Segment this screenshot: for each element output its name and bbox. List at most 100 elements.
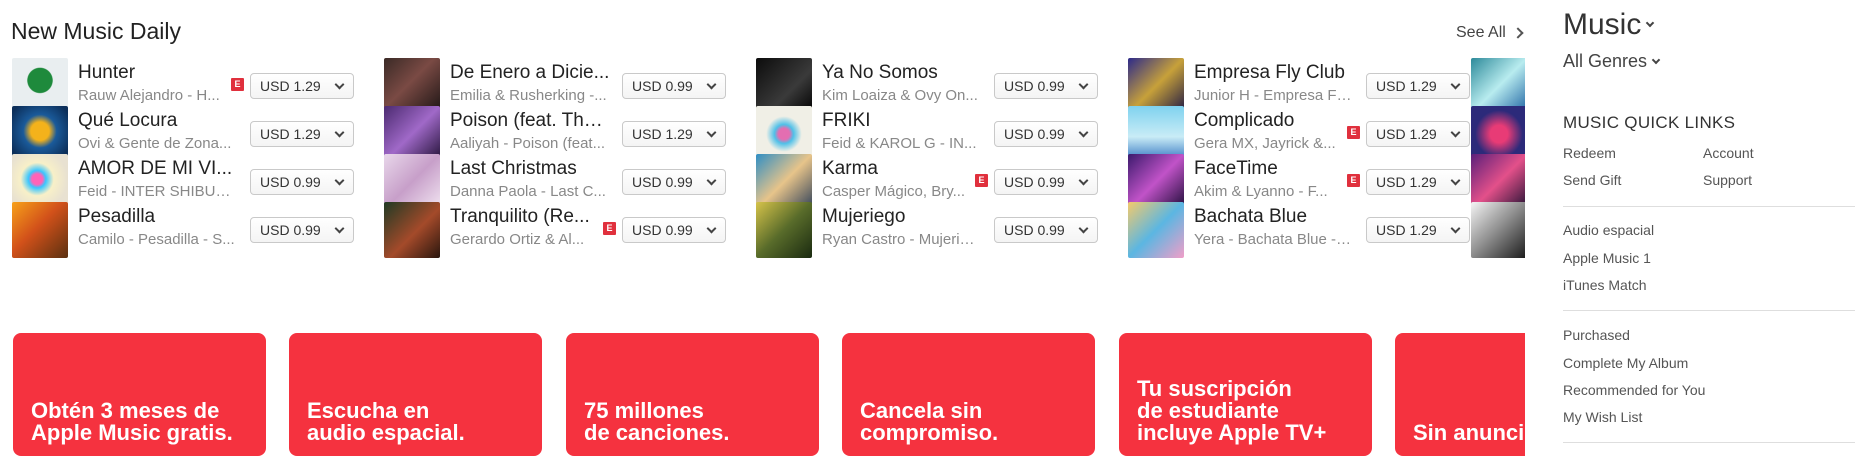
- song-artist[interactable]: Emilia & Rusherking -...: [450, 87, 608, 104]
- genres-dropdown[interactable]: All Genres: [1563, 51, 1661, 72]
- promo-banner[interactable]: Sin anuncios: [1395, 333, 1525, 456]
- song-artist[interactable]: Feid - INTER SHIBUY...: [78, 183, 236, 200]
- song-title[interactable]: Empresa Fly Club: [1194, 62, 1354, 84]
- recommended-link[interactable]: Recommended for You: [1563, 382, 1705, 398]
- account-link[interactable]: Account: [1703, 145, 1754, 161]
- price-label: USD 1.29: [1376, 126, 1437, 142]
- song-title[interactable]: Bachata Blue: [1194, 206, 1354, 228]
- song-title[interactable]: Qué Locura: [78, 110, 238, 132]
- song-row[interactable]: Mujeriego Ryan Castro - Mujerie... USD 0…: [756, 200, 1106, 258]
- price-button[interactable]: USD 0.99: [994, 121, 1098, 147]
- price-button[interactable]: USD 1.29: [1366, 121, 1470, 147]
- song-title[interactable]: Pesadilla: [78, 206, 238, 228]
- chevron-down-icon[interactable]: [1078, 175, 1089, 186]
- chevron-down-icon[interactable]: [706, 223, 717, 234]
- price-button[interactable]: USD 0.99: [250, 169, 354, 195]
- album-art[interactable]: [1471, 202, 1525, 258]
- complete-my-album-link[interactable]: Complete My Album: [1563, 355, 1688, 371]
- song-artist[interactable]: Casper Mágico, Bry...: [822, 183, 980, 200]
- promo-banner[interactable]: Tu suscripción de estudiante incluye App…: [1119, 333, 1372, 456]
- promo-banner[interactable]: Escucha en audio espacial.: [289, 333, 542, 456]
- section-title: New Music Daily: [11, 18, 181, 44]
- purchased-link[interactable]: Purchased: [1563, 327, 1630, 343]
- song-title[interactable]: Complicado: [1194, 110, 1354, 132]
- chevron-down-icon[interactable]: [706, 175, 717, 186]
- music-dropdown[interactable]: Music: [1563, 8, 1655, 42]
- chevron-down-icon[interactable]: [1078, 79, 1089, 90]
- chevron-down-icon[interactable]: [1450, 127, 1461, 138]
- album-art[interactable]: [756, 202, 812, 258]
- price-button[interactable]: USD 0.99: [994, 217, 1098, 243]
- song-title[interactable]: Tranquilito (Re...: [450, 206, 610, 228]
- price-button[interactable]: USD 1.29: [250, 73, 354, 99]
- song-title[interactable]: Ya No Somos: [822, 62, 982, 84]
- price-button[interactable]: USD 0.99: [622, 73, 726, 99]
- promo-banner[interactable]: Cancela sin compromiso.: [842, 333, 1095, 456]
- song-row[interactable]: Bachata Blue Yera - Bachata Blue - ... U…: [1128, 200, 1478, 258]
- chevron-down-icon[interactable]: [706, 79, 717, 90]
- song-title[interactable]: Mujeriego: [822, 206, 982, 228]
- promo-banner[interactable]: 75 millones de canciones.: [566, 333, 819, 456]
- album-art[interactable]: [12, 202, 68, 258]
- song-artist[interactable]: Kim Loaiza & Ovy On...: [822, 87, 980, 104]
- chevron-down-icon[interactable]: [706, 127, 717, 138]
- price-button[interactable]: USD 1.29: [1366, 169, 1470, 195]
- price-button[interactable]: USD 0.99: [622, 169, 726, 195]
- chevron-down-icon[interactable]: [334, 79, 345, 90]
- song-artist[interactable]: Rauw Alejandro - H...: [78, 87, 236, 104]
- song-title[interactable]: Hunter: [78, 62, 238, 84]
- song-artist[interactable]: Gera MX, Jayrick &...: [1194, 135, 1352, 152]
- chevron-down-icon[interactable]: [1450, 223, 1461, 234]
- album-art[interactable]: [384, 202, 440, 258]
- song-row[interactable]: Tranquilito (Re... Gerardo Ortiz & Al...…: [384, 200, 734, 258]
- song-row[interactable]: [1471, 200, 1525, 258]
- chevron-down-icon[interactable]: [1078, 223, 1089, 234]
- itunes-match-link[interactable]: iTunes Match: [1563, 277, 1647, 293]
- song-title[interactable]: Last Christmas: [450, 158, 610, 180]
- price-button[interactable]: USD 0.99: [622, 217, 726, 243]
- redeem-link[interactable]: Redeem: [1563, 145, 1616, 161]
- song-artist[interactable]: Yera - Bachata Blue - ...: [1194, 231, 1352, 248]
- chevron-down-icon[interactable]: [1450, 175, 1461, 186]
- send-gift-link[interactable]: Send Gift: [1563, 172, 1621, 188]
- support-link[interactable]: Support: [1703, 172, 1752, 188]
- chevron-down-icon[interactable]: [334, 175, 345, 186]
- apple-music-1-link[interactable]: Apple Music 1: [1563, 250, 1651, 266]
- song-title[interactable]: De Enero a Dicie...: [450, 62, 610, 84]
- chevron-down-icon[interactable]: [334, 127, 345, 138]
- chevron-down-icon: [1651, 55, 1661, 64]
- audio-espacial-link[interactable]: Audio espacial: [1563, 222, 1654, 238]
- song-artist[interactable]: Aaliyah - Poison (feat...: [450, 135, 608, 152]
- chevron-down-icon[interactable]: [1450, 79, 1461, 90]
- song-artist[interactable]: Junior H - Empresa Fl...: [1194, 87, 1352, 104]
- song-title[interactable]: Poison (feat. The...: [450, 110, 610, 132]
- price-button[interactable]: USD 1.29: [622, 121, 726, 147]
- chevron-down-icon[interactable]: [1078, 127, 1089, 138]
- song-artist[interactable]: Camilo - Pesadilla - S...: [78, 231, 236, 248]
- price-button[interactable]: USD 0.99: [994, 73, 1098, 99]
- song-title[interactable]: FaceTime: [1194, 158, 1354, 180]
- song-artist[interactable]: Feid & KAROL G - IN...: [822, 135, 980, 152]
- song-artist[interactable]: Akim & Lyanno - F...: [1194, 183, 1352, 200]
- price-button[interactable]: USD 0.99: [994, 169, 1098, 195]
- price-button[interactable]: USD 1.29: [250, 121, 354, 147]
- wish-list-link[interactable]: My Wish List: [1563, 409, 1642, 425]
- explicit-badge: E: [975, 174, 988, 187]
- song-title[interactable]: AMOR DE MI VI...: [78, 158, 238, 180]
- price-button[interactable]: USD 1.29: [1366, 73, 1470, 99]
- song-title[interactable]: FRIKI: [822, 110, 982, 132]
- chevron-down-icon[interactable]: [334, 223, 345, 234]
- promo-banner[interactable]: Obtén 3 meses de Apple Music gratis.: [13, 333, 266, 456]
- song-artist[interactable]: Ovi & Gente de Zona...: [78, 135, 236, 152]
- price-label: USD 1.29: [1376, 174, 1437, 190]
- song-title[interactable]: Karma: [822, 158, 982, 180]
- song-artist[interactable]: Gerardo Ortiz & Al...: [450, 231, 608, 248]
- album-art[interactable]: [1128, 202, 1184, 258]
- song-artist[interactable]: Ryan Castro - Mujerie...: [822, 231, 980, 248]
- song-artist[interactable]: Danna Paola - Last C...: [450, 183, 608, 200]
- price-button[interactable]: USD 1.29: [1366, 217, 1470, 243]
- price-button[interactable]: USD 0.99: [250, 217, 354, 243]
- song-row[interactable]: Pesadilla Camilo - Pesadilla - S... USD …: [12, 200, 362, 258]
- price-label: USD 0.99: [1004, 174, 1065, 190]
- see-all-link[interactable]: See All: [1456, 24, 1524, 42]
